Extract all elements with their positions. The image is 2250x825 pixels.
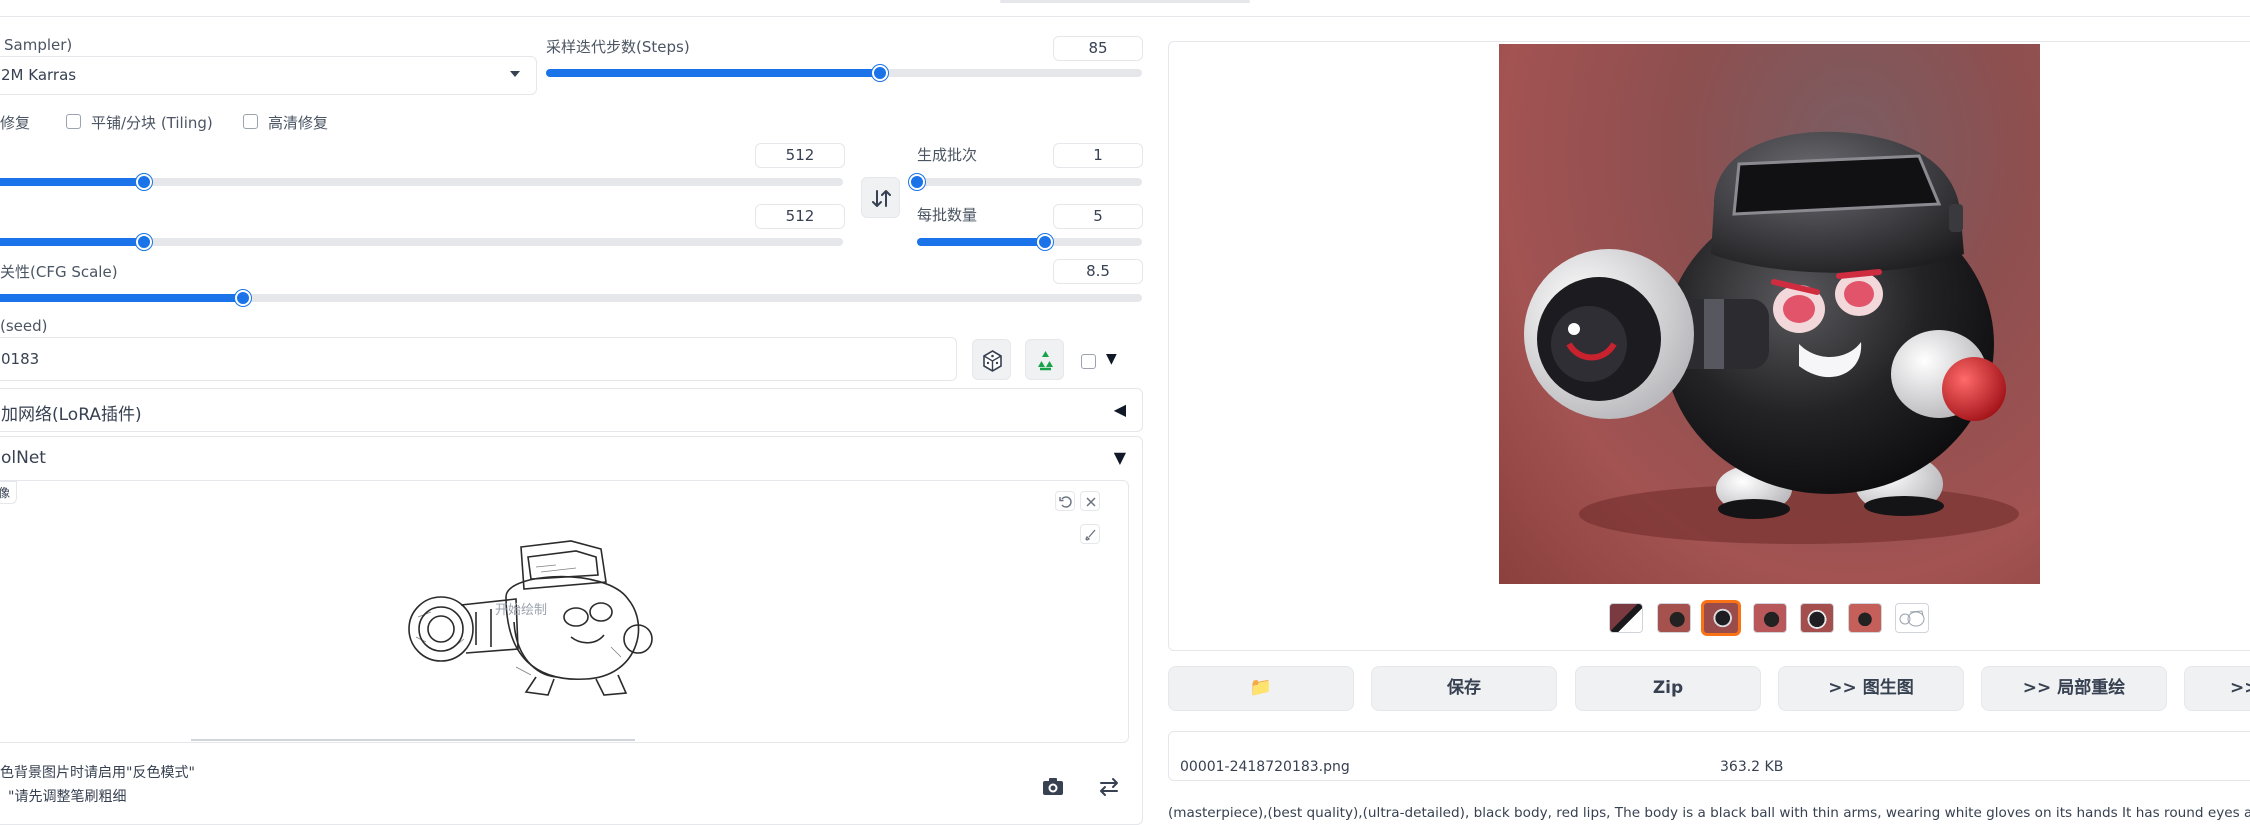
batch-size-slider-thumb[interactable] [1037,234,1054,250]
send-to-inpaint-button[interactable]: >> 局部重绘 [1981,666,2167,711]
canvas-hint-text: 开始绘制 [495,603,548,618]
swap-button[interactable] [1094,772,1124,802]
send-to-inpaint-label: >> 局部重绘 [2022,678,2126,698]
width-input[interactable]: 512 [755,143,845,168]
top-divider [0,16,2250,17]
cfg-input[interactable]: 8.5 [1053,259,1143,284]
sketch-canvas[interactable]: 像 开始绘制 [0,480,1129,743]
batch-size-slider-track[interactable] [917,238,1142,246]
seed-input[interactable]: 0183 [0,337,957,381]
note-line-2: "请先调整笔刷粗细 [8,789,127,805]
send-to-img2img-button[interactable]: >> 图生图 [1778,666,1964,711]
height-slider-track[interactable] [0,238,843,246]
canvas-undo-button[interactable] [1055,491,1075,511]
sampler-dropdown[interactable]: 2M Karras [0,56,537,95]
thumbnail-1[interactable] [1609,603,1643,633]
sampler-value: 2M Karras [1,66,77,84]
zip-button[interactable]: Zip [1575,666,1761,711]
batch-size-input[interactable]: 5 [1053,204,1143,229]
seed-label: (seed) [0,317,48,335]
file-info-panel: 00001-2418720183.png 363.2 KB [1168,731,2250,781]
send-to-img2img-label: >> 图生图 [1828,678,1914,698]
reuse-seed-button[interactable] [1025,339,1064,380]
face-restore-label: 修复 [0,114,31,132]
cfg-label: 关性(CFG Scale) [0,263,118,281]
batch-count-label: 生成批次 [917,146,978,164]
sampler-label: Sampler) [4,36,73,54]
hires-label: 高清修复 [268,114,329,132]
controlnet-accordion-label[interactable]: olNet [1,448,46,468]
steps-slider-thumb[interactable] [871,65,888,81]
height-slider-thumb[interactable] [135,234,152,250]
chevron-down-icon [510,71,520,77]
close-icon [1086,497,1096,507]
file-name[interactable]: 00001-2418720183.png [1180,759,1350,775]
camera-icon [1043,778,1063,795]
canvas-tag: 像 [0,481,18,504]
hires-checkbox[interactable] [243,114,258,129]
prompt-text: (masterpiece),(best quality),(ultra-deta… [1168,805,2250,821]
zip-button-label: Zip [1652,678,1684,698]
thumbnail-4[interactable] [1753,603,1787,633]
generation-info-text: (masterpiece),(best quality),(ultra-deta… [1168,802,2250,825]
tiling-label: 平铺/分块 (Tiling) [91,114,213,132]
lora-accordion[interactable]: 加网络(LoRA插件) ◀ [0,388,1143,432]
sketch-thumbnail-icon [1899,610,1925,627]
swap-icon [1100,778,1118,796]
steps-input[interactable]: 85 [1053,36,1143,61]
batch-size-label: 每批数量 [917,206,978,224]
seed-value: 0183 [1,350,40,368]
brush-icon [1085,529,1096,541]
send-to-more-button[interactable]: >> [2184,666,2250,711]
thumbnail-7-sketch[interactable] [1895,603,1929,633]
canvas-brush-button[interactable] [1080,524,1100,544]
generated-image[interactable] [1499,44,2040,584]
random-seed-button[interactable] [972,339,1011,380]
lora-accordion-arrow: ◀ [1113,400,1126,419]
open-folder-button[interactable]: 📁 [1168,666,1354,711]
folder-icon: 📁 [1249,677,1273,698]
batch-count-slider-track[interactable] [917,178,1142,186]
batch-count-slider-thumb[interactable] [909,174,925,190]
thumbnail-5[interactable] [1800,603,1834,633]
canvas-clear-button[interactable] [1080,491,1100,511]
cfg-slider-track[interactable] [0,294,1142,302]
canvas-bottom-border [191,739,635,741]
note-line-1: 色背景图片时请启用"反色模式" [0,765,195,781]
save-button[interactable]: 保存 [1371,666,1557,711]
thumbnail-2[interactable] [1657,603,1691,633]
thumbnail-3-selected[interactable] [1701,600,1741,636]
extra-seed-checkbox[interactable] [1081,354,1096,369]
cfg-slider-thumb[interactable] [235,290,252,306]
width-slider-thumb[interactable] [135,174,152,190]
robot-render [1524,131,2019,544]
save-button-label: 保存 [1447,678,1481,698]
dice-icon [983,350,1002,372]
recycle-icon [1038,351,1053,371]
top-tab-indicator [1000,0,1250,3]
file-size: 363.2 KB [1720,759,1784,775]
height-input[interactable]: 512 [755,204,845,229]
batch-count-input[interactable]: 1 [1053,143,1143,168]
thumbnail-6[interactable] [1848,603,1882,633]
send-to-more-label: >> [2230,678,2250,698]
swap-dimensions-icon [872,190,891,207]
undo-icon [1059,496,1072,508]
extra-seed-caret[interactable]: ▼ [1106,351,1117,367]
controlnet-accordion-arrow[interactable]: ▼ [1114,448,1126,467]
camera-button[interactable] [1038,772,1068,802]
lora-accordion-label: 加网络(LoRA插件) [1,405,142,425]
width-slider-track[interactable] [0,178,843,186]
swap-dimensions-button[interactable] [861,177,900,218]
steps-label: 采样迭代步数(Steps) [546,38,690,56]
steps-slider-track[interactable] [546,69,1142,77]
tiling-checkbox[interactable] [66,114,81,129]
